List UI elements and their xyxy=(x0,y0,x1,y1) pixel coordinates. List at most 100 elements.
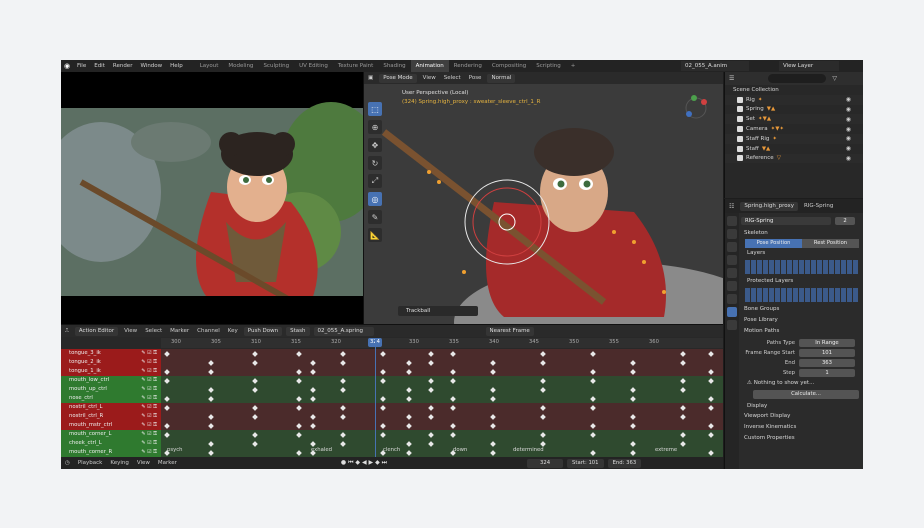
outliner-row-staff[interactable]: Staff ▼▲ ◉ xyxy=(725,144,863,154)
blender-logo-icon[interactable]: ◉ xyxy=(61,60,73,72)
keyframe[interactable] xyxy=(680,360,686,366)
camera-view[interactable] xyxy=(61,72,363,324)
tab-shading[interactable]: Shading xyxy=(378,60,410,72)
keyframe[interactable] xyxy=(450,432,456,438)
bone-tab-icon[interactable] xyxy=(727,320,737,330)
keyframe[interactable] xyxy=(296,450,302,456)
keyframe[interactable] xyxy=(208,441,214,447)
keyframe[interactable] xyxy=(540,387,546,393)
keyframe[interactable] xyxy=(406,387,412,393)
rig-tab[interactable]: RIG-Spring xyxy=(800,203,837,209)
channel-row[interactable]: mouth_corner_L ✎ ☑ ⚿ xyxy=(61,430,161,439)
checkbox-icon[interactable] xyxy=(737,96,743,103)
keyframe[interactable] xyxy=(406,450,412,456)
keyframe[interactable] xyxy=(540,378,546,384)
trackball-tool-icon[interactable]: ◎ xyxy=(368,192,382,206)
editor-type-icon[interactable]: ⎍ xyxy=(61,328,73,335)
rest-position-button[interactable]: Rest Position xyxy=(802,239,859,248)
channel-row[interactable]: mouth_up_ctrl ✎ ☑ ⚿ xyxy=(61,385,161,394)
jump-start-icon[interactable]: ⏮ xyxy=(348,459,353,466)
keyframe[interactable] xyxy=(310,387,316,393)
timeline-marker[interactable]: exhaled xyxy=(311,447,332,453)
keyframe[interactable] xyxy=(428,351,434,357)
keyframe[interactable] xyxy=(310,441,316,447)
keyframe[interactable] xyxy=(490,360,496,366)
keyframe[interactable] xyxy=(380,378,386,384)
constraints-tab-icon[interactable] xyxy=(727,294,737,304)
keyframe[interactable] xyxy=(540,405,546,411)
keyframe[interactable] xyxy=(590,351,596,357)
paths-type-dropdown[interactable]: In Range xyxy=(799,338,855,347)
keyframe[interactable] xyxy=(450,405,456,411)
properties-editor-icon[interactable]: ☷ xyxy=(725,203,738,210)
transform-orientation-dropdown[interactable]: Normal xyxy=(487,73,516,83)
keyframe[interactable] xyxy=(590,450,596,456)
viewport-menu-select[interactable]: Select xyxy=(440,75,465,81)
channel-row[interactable]: mouth_mstr_ctrl ✎ ☑ ⚿ xyxy=(61,421,161,430)
keyframe[interactable] xyxy=(310,396,316,402)
calculate-button[interactable]: Calculate... xyxy=(753,390,859,399)
keyframe[interactable] xyxy=(630,450,636,456)
rotate-tool-icon[interactable]: ↻ xyxy=(368,156,382,170)
keyframe[interactable] xyxy=(208,423,214,429)
checkbox-icon[interactable] xyxy=(737,145,743,152)
editor-type-icon[interactable]: ▣ xyxy=(364,75,377,81)
keyframe[interactable] xyxy=(406,414,412,420)
frame-start-input[interactable]: 101 xyxy=(799,348,855,357)
tab-uv-editing[interactable]: UV Editing xyxy=(294,60,333,72)
checkbox-icon[interactable] xyxy=(737,126,743,133)
keyframe[interactable] xyxy=(590,369,596,375)
keyframe[interactable] xyxy=(680,441,686,447)
keyframe[interactable] xyxy=(708,369,714,375)
keyframe[interactable] xyxy=(490,441,496,447)
keyframe-area[interactable]: psych exhaled clench down determined extreme xyxy=(161,349,723,457)
viewport-menu-pose[interactable]: Pose xyxy=(465,75,486,81)
channel-toggle-icons[interactable]: ✎ ☑ ⚿ xyxy=(141,430,157,439)
bone-groups-panel[interactable]: Bone Groups xyxy=(741,304,863,315)
frame-ruler[interactable]: 300305310315320330335340345350355360324 xyxy=(161,338,723,348)
keyframe[interactable] xyxy=(296,423,302,429)
channel-toggle-icons[interactable]: ✎ ☑ ⚿ xyxy=(141,448,157,457)
end-frame-field[interactable]: End: 363 xyxy=(607,458,642,468)
keyframe[interactable] xyxy=(680,351,686,357)
outliner-row-rig[interactable]: Rig ✦ ◉ xyxy=(725,94,863,105)
keyframe[interactable] xyxy=(428,441,434,447)
tl-menu-playback[interactable]: Playback xyxy=(74,460,107,466)
keyframe[interactable] xyxy=(428,405,434,411)
outliner-editor-icon[interactable]: ☰ xyxy=(729,75,734,82)
stash-button[interactable]: Stash xyxy=(286,326,310,336)
keyframe[interactable] xyxy=(680,378,686,384)
keyframe[interactable] xyxy=(540,414,546,420)
keyframe[interactable] xyxy=(296,432,302,438)
outliner-row-set[interactable]: Set ✦▼▲ ◉ xyxy=(725,114,863,125)
channel-toggle-icons[interactable]: ✎ ☑ ⚿ xyxy=(141,376,157,385)
menu-window[interactable]: Window xyxy=(136,63,166,69)
keyframe[interactable] xyxy=(208,360,214,366)
tab-compositing[interactable]: Compositing xyxy=(487,60,531,72)
channel-toggle-icons[interactable]: ✎ ☑ ⚿ xyxy=(141,394,157,403)
keyframe[interactable] xyxy=(310,360,316,366)
keyframe[interactable] xyxy=(406,441,412,447)
eye-icon[interactable]: ◉ xyxy=(846,126,851,133)
keyframe[interactable] xyxy=(252,360,258,366)
keyframe[interactable] xyxy=(590,396,596,402)
channel-toggle-icons[interactable]: ✎ ☑ ⚿ xyxy=(141,439,157,448)
keyframe[interactable] xyxy=(380,369,386,375)
display-subpanel[interactable]: Display xyxy=(741,401,863,411)
play-icon[interactable]: ▶ xyxy=(369,459,374,466)
channel-row[interactable]: nose_ctrl ✎ ☑ ⚿ xyxy=(61,394,161,403)
keyframe[interactable] xyxy=(630,369,636,375)
keyframe[interactable] xyxy=(340,405,346,411)
keyframe[interactable] xyxy=(164,378,170,384)
protected-layers-grid[interactable] xyxy=(745,288,859,302)
keyframe[interactable] xyxy=(680,432,686,438)
keyframe[interactable] xyxy=(428,360,434,366)
keyframe[interactable] xyxy=(340,441,346,447)
menu-help[interactable]: Help xyxy=(166,63,187,69)
keyframe[interactable] xyxy=(164,405,170,411)
keyframe[interactable] xyxy=(208,387,214,393)
channel-row[interactable]: nostril_ctrl_R ✎ ☑ ⚿ xyxy=(61,412,161,421)
eye-icon[interactable]: ◉ xyxy=(846,96,851,103)
keyframe[interactable] xyxy=(490,369,496,375)
keyframe[interactable] xyxy=(428,432,434,438)
